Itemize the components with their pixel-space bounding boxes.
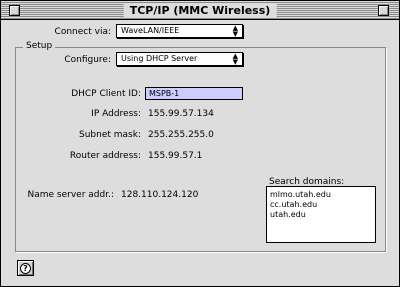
popup-arrows-icon: ▲ ▼	[232, 52, 238, 66]
search-domains-field[interactable]: mlmo.utah.edu cc.utah.edu utah.edu	[266, 186, 376, 243]
tcpip-window: TCP/IP (MMC Wireless) Connect via: WaveL…	[0, 0, 400, 287]
connect-via-label: Connect via:	[54, 27, 111, 37]
search-domain-item: utah.edu	[270, 210, 306, 219]
close-box[interactable]	[9, 5, 20, 16]
dhcp-client-id-label: DHCP Client ID:	[71, 89, 141, 99]
router-address-label: Router address:	[69, 151, 141, 161]
popup-arrows-icon: ▲ ▼	[232, 24, 238, 38]
subnet-mask-value: 255.255.255.0	[148, 130, 214, 140]
search-domain-item: mlmo.utah.edu	[270, 190, 331, 199]
name-server-value: 128.110.124.120	[121, 190, 199, 200]
help-button[interactable]: ?	[17, 260, 34, 276]
name-server-label: Name server addr.:	[27, 190, 114, 200]
subnet-mask-label: Subnet mask:	[79, 130, 141, 140]
router-address-value: 155.99.57.1	[148, 151, 203, 161]
configure-value: Using DHCP Server	[121, 54, 198, 63]
configure-label: Configure:	[64, 55, 111, 65]
dhcp-client-id-field[interactable]: MSPB-1	[145, 87, 243, 100]
zoom-box[interactable]	[378, 5, 389, 16]
connect-via-value: WaveLAN/IEEE	[121, 26, 180, 35]
help-icon: ?	[20, 262, 31, 274]
window-title: TCP/IP (MMC Wireless)	[123, 3, 277, 18]
ip-address-label: IP Address:	[91, 109, 141, 119]
setup-legend: Setup	[23, 41, 56, 52]
search-domain-item: cc.utah.edu	[270, 200, 318, 209]
ip-address-value: 155.99.57.134	[148, 109, 214, 119]
configure-popup[interactable]: Using DHCP Server ▲ ▼	[116, 52, 243, 66]
connect-via-popup[interactable]: WaveLAN/IEEE ▲ ▼	[116, 24, 243, 38]
title-bar[interactable]: TCP/IP (MMC Wireless)	[1, 1, 399, 20]
